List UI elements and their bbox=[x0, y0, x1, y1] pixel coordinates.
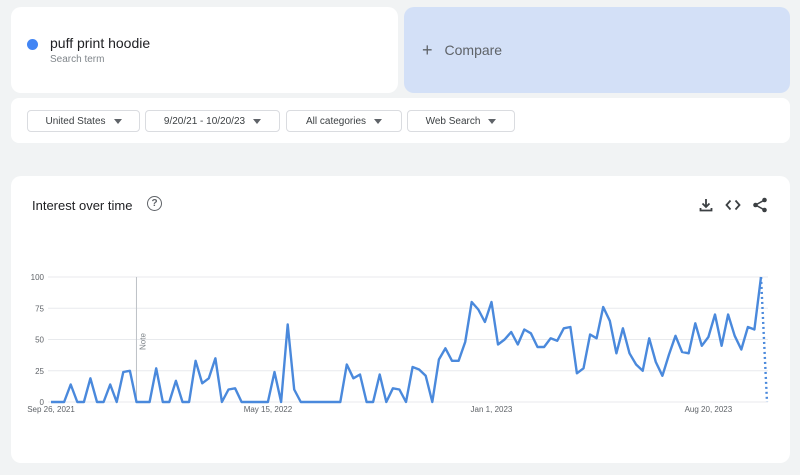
y-tick-label: 100 bbox=[31, 273, 45, 282]
x-tick-label: Sep 26, 2021 bbox=[27, 405, 75, 414]
note-label: Note bbox=[138, 333, 147, 350]
x-tick-label: May 15, 2022 bbox=[244, 405, 293, 414]
y-tick-label: 75 bbox=[35, 304, 44, 313]
y-tick-label: 50 bbox=[35, 336, 44, 345]
x-tick-label: Aug 20, 2023 bbox=[685, 405, 733, 414]
x-tick-label: Jan 1, 2023 bbox=[471, 405, 513, 414]
interest-line-chart: 0255075100NoteSep 26, 2021 May 15, 2022 Ja… bbox=[27, 273, 769, 414]
y-tick-label: 25 bbox=[35, 367, 44, 376]
